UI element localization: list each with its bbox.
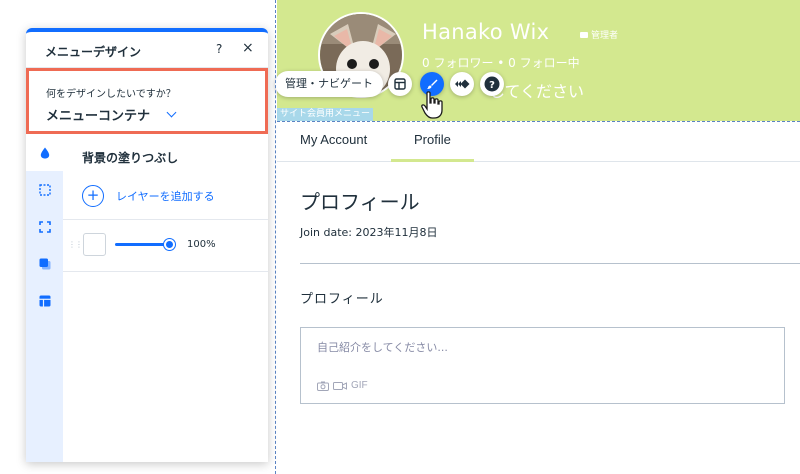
help-icon: ?	[484, 76, 500, 92]
panel-header: メニューデザイン ? ×	[26, 32, 268, 68]
bio-tools: GIF	[317, 380, 368, 391]
help-button[interactable]: ?	[480, 72, 504, 96]
layout-button[interactable]	[388, 72, 412, 96]
follow-stats[interactable]: 0 フォロワー • 0 フォロー中	[422, 54, 580, 71]
layout-icon	[39, 295, 50, 306]
divider	[300, 263, 800, 264]
opacity-value: 100%	[187, 239, 216, 250]
add-layer-button[interactable]: + レイヤーを追加する	[82, 185, 215, 207]
border-icon	[38, 183, 51, 196]
add-layer-label: レイヤーを追加する	[116, 190, 215, 203]
profile-name: Hanako Wix	[422, 20, 550, 44]
bio-input[interactable]: 自己紹介をしてください... GIF	[300, 327, 785, 404]
design-side-rail	[26, 134, 63, 462]
menu-design-panel: メニューデザイン ? × 何をデザインしたいですか？ メニューコンテナ 背景の塗…	[26, 28, 268, 462]
design-target-dropdown[interactable]: 何をデザインしたいですか？ メニューコンテナ	[26, 68, 268, 134]
join-date: Join date: 2023年11月8日	[300, 226, 438, 239]
dropdown-question: 何をデザインしたいですか？	[46, 89, 176, 100]
fill-section-title: 背景の塗りつぶし	[82, 151, 179, 165]
color-swatch[interactable]	[83, 233, 106, 256]
dropdown-value: メニューコンテナ	[46, 109, 151, 124]
bio-placeholder: 自己紹介をしてください...	[317, 341, 448, 354]
rail-corners[interactable]	[26, 208, 63, 245]
video-icon[interactable]	[333, 381, 347, 391]
panel-close-button[interactable]: ×	[242, 40, 254, 56]
drag-handle-icon[interactable]: ⋮⋮	[68, 240, 83, 249]
rail-border[interactable]	[26, 171, 63, 208]
page-title: プロフィール	[300, 190, 420, 214]
vertical-guide-line	[275, 0, 276, 474]
tag-icon	[580, 31, 588, 38]
layout-icon	[394, 78, 406, 90]
animation-icon	[455, 79, 470, 89]
rail-layout[interactable]	[26, 282, 63, 319]
gif-button[interactable]: GIF	[351, 380, 368, 391]
rail-fill[interactable]	[26, 134, 63, 171]
member-menu-tabs: My Account Profile	[277, 121, 800, 162]
tab-profile[interactable]: Profile	[391, 121, 474, 162]
panel-title: メニューデザイン	[45, 45, 142, 59]
menu-element-tag: サイト会員用メニュー	[277, 108, 374, 121]
plus-icon: +	[82, 185, 104, 207]
fill-drop-icon	[40, 147, 49, 158]
design-brush-icon	[427, 79, 438, 89]
admin-badge: 管理者	[580, 28, 618, 41]
rail-shadow[interactable]	[26, 245, 63, 282]
camera-icon[interactable]	[317, 381, 329, 391]
svg-text:?: ?	[489, 80, 495, 91]
shadow-icon	[39, 258, 50, 269]
fill-layer-row: ⋮⋮ 100%	[63, 220, 268, 272]
animation-button[interactable]	[450, 72, 474, 96]
horizontal-guide-line	[277, 121, 800, 122]
corners-icon	[38, 220, 51, 233]
admin-badge-label: 管理者	[591, 31, 619, 41]
panel-help-button[interactable]: ?	[216, 42, 222, 56]
hand-cursor-icon	[421, 91, 443, 119]
section-subtitle: プロフィール	[300, 292, 384, 307]
opacity-slider-track[interactable]	[115, 243, 171, 246]
tab-my-account[interactable]: My Account	[277, 121, 390, 162]
chevron-down-icon	[166, 107, 177, 118]
opacity-slider-thumb[interactable]	[164, 239, 175, 250]
site-canvas: Hanako Wix 管理者 0 フォロワー • 0 フォロー中 してください …	[275, 0, 800, 474]
manage-navigate-button[interactable]: 管理・ナビゲート	[275, 71, 383, 97]
